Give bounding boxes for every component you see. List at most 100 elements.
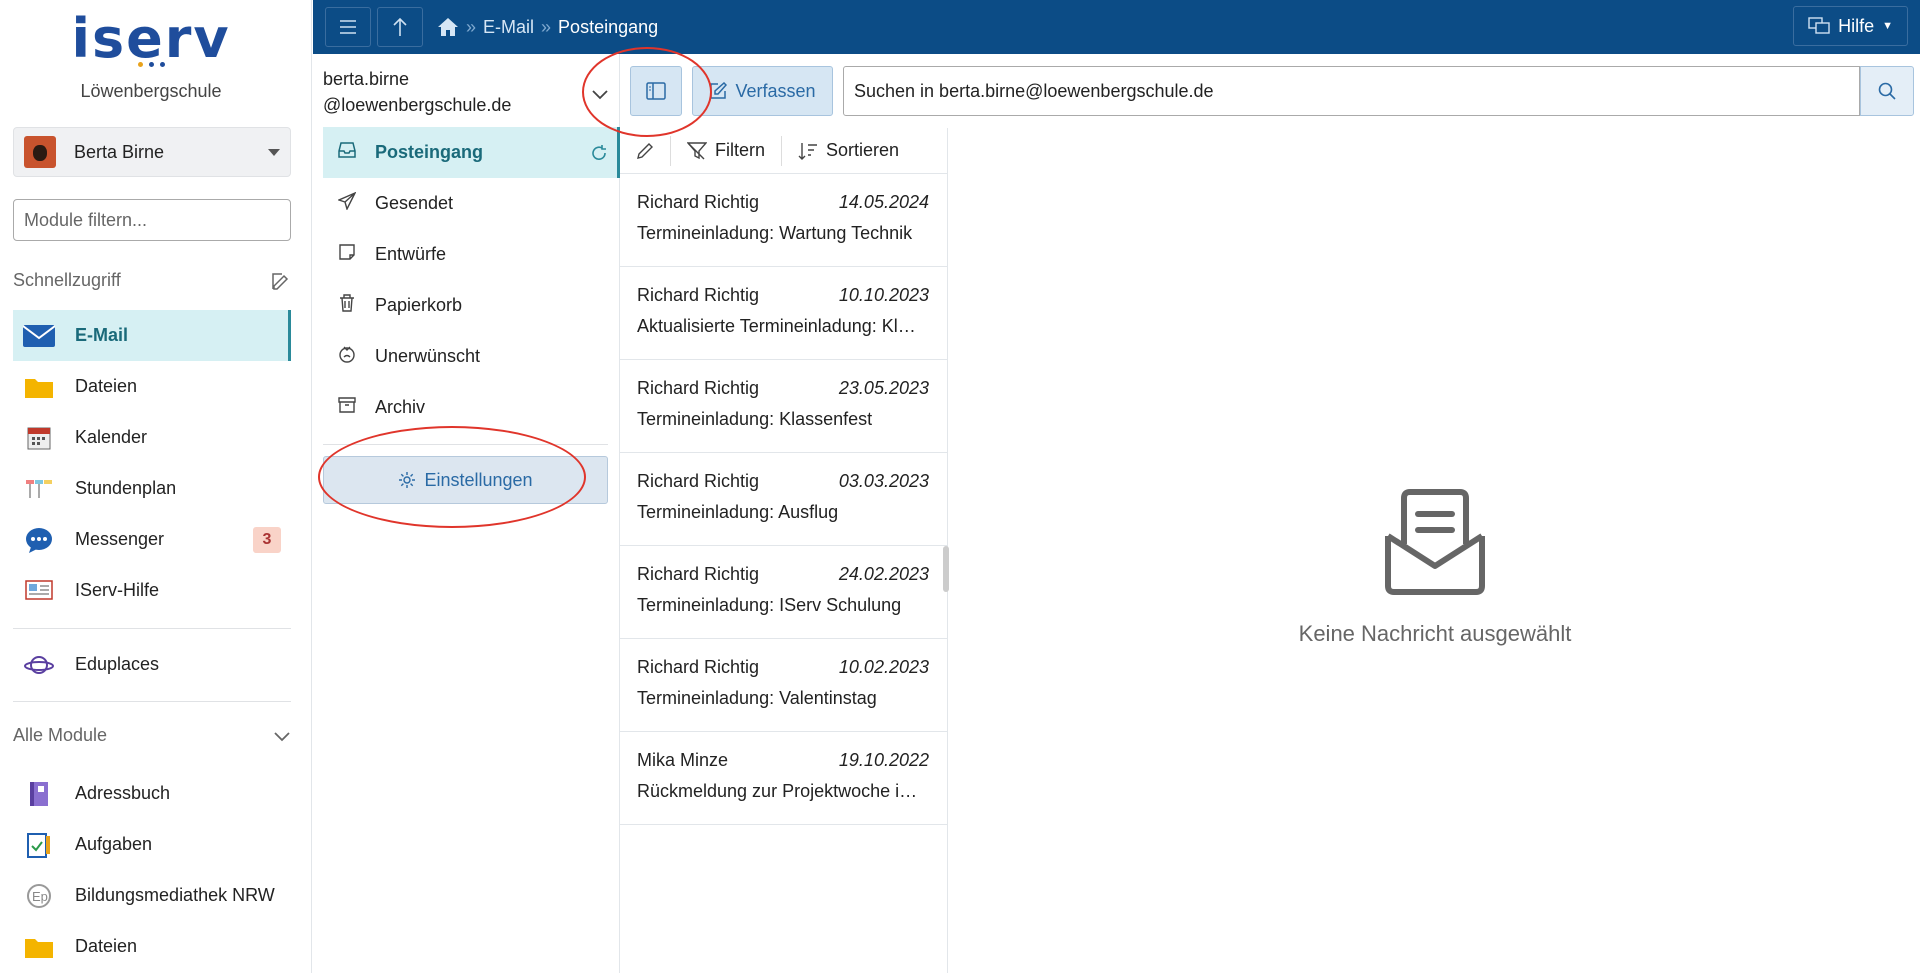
folder-label: Gesendet bbox=[375, 193, 454, 213]
up-button[interactable] bbox=[377, 7, 423, 47]
account-selector[interactable]: berta.birne @loewenbergschule.de bbox=[323, 66, 573, 118]
logo-dots bbox=[0, 62, 302, 67]
filter-button[interactable]: Filtern bbox=[670, 135, 781, 166]
empty-state: Keine Nachricht ausgewählt bbox=[1260, 486, 1610, 647]
search-button[interactable] bbox=[1860, 66, 1914, 116]
mail-search-input[interactable] bbox=[843, 66, 1860, 116]
sidebar-item-help[interactable]: IServ-Hilfe bbox=[13, 565, 291, 616]
quick-access-header: Schnellzugriff bbox=[13, 270, 291, 291]
sidebar-item-label: E-Mail bbox=[75, 325, 129, 345]
caret-down-icon bbox=[268, 148, 280, 156]
module-sidebar: iserv Löwenbergschule Berta Birne Schnel… bbox=[0, 0, 312, 973]
message-header: Richard Richtig 10.02.2023 bbox=[637, 657, 929, 678]
sidebar-item-addressbook[interactable]: Adressbuch bbox=[13, 768, 291, 819]
message-list-item[interactable]: Richard Richtig 24.02.2023 Termineinladung… bbox=[620, 546, 947, 639]
help-doc-icon bbox=[23, 578, 55, 604]
sidebar-item-label: Dateien bbox=[75, 376, 138, 396]
menu-toggle-button[interactable] bbox=[325, 7, 371, 47]
caret-down-icon: ▼ bbox=[1882, 20, 1893, 32]
folder-archive[interactable]: Archiv bbox=[323, 382, 620, 433]
home-icon[interactable] bbox=[437, 17, 459, 37]
eduplaces-list: Eduplaces bbox=[13, 639, 291, 690]
iserv-logo[interactable]: iserv Löwenbergschule bbox=[0, 12, 302, 102]
message-sender: Richard Richtig bbox=[637, 471, 760, 491]
folder-icon bbox=[23, 374, 55, 400]
empty-state-text: Keine Nachricht ausgewählt bbox=[1298, 621, 1572, 646]
help-button[interactable]: Hilfe ▼ bbox=[1793, 6, 1908, 46]
search-icon bbox=[1878, 82, 1896, 100]
sidebar-item-label: Aufgaben bbox=[75, 834, 153, 854]
sidebar-item-mediathek[interactable]: Ep Bildungsmediathek NRW bbox=[13, 870, 291, 921]
message-list-item[interactable]: Richard Richtig 03.03.2023 Termineinladung… bbox=[620, 453, 947, 546]
message-header: Mika Minze 19.10.2022 bbox=[637, 750, 929, 771]
mail-folder-panel: berta.birne @loewenbergschule.de Postein… bbox=[313, 54, 620, 973]
sidebar-item-timetable[interactable]: Stundenplan bbox=[13, 463, 291, 514]
breadcrumb-separator: » bbox=[541, 16, 552, 37]
all-modules-header[interactable]: Alle Module bbox=[13, 725, 291, 746]
avatar bbox=[24, 136, 56, 168]
sidebar-item-label: Adressbuch bbox=[75, 783, 171, 803]
sidebar-item-email[interactable]: E-Mail bbox=[13, 310, 291, 361]
message-date: 14.05.2024 bbox=[838, 192, 929, 212]
chevron-down-icon bbox=[274, 731, 290, 741]
message-sender: Richard Richtig bbox=[637, 564, 760, 584]
folder-label: Posteingang bbox=[375, 142, 484, 162]
scrollbar-thumb[interactable] bbox=[943, 546, 949, 592]
message-list-item[interactable]: Richard Richtig 14.05.2024 Termineinladung… bbox=[620, 174, 947, 267]
chevron-down-icon[interactable] bbox=[591, 88, 609, 100]
sidebar-item-label: Eduplaces bbox=[75, 654, 160, 674]
sidebar-item-files-2[interactable]: Dateien bbox=[13, 921, 291, 972]
pencil-icon bbox=[637, 142, 653, 159]
message-subject: Termineinladung: Valentinstag bbox=[637, 688, 877, 708]
all-modules-title: Alle Module bbox=[13, 725, 108, 745]
sidebar-item-files[interactable]: Dateien bbox=[13, 361, 291, 412]
sidebar-item-calendar[interactable]: Kalender bbox=[13, 412, 291, 463]
user-name: Berta Birne bbox=[74, 141, 165, 162]
message-list-item[interactable]: Richard Richtig 10.10.2023 Aktualisierte T… bbox=[620, 267, 947, 360]
message-list-item[interactable]: Mika Minze 19.10.2022 Rückmeldung zur Proj… bbox=[620, 732, 947, 825]
module-filter-input[interactable] bbox=[13, 199, 291, 241]
drafts-icon bbox=[335, 244, 359, 265]
breadcrumb-email[interactable]: E-Mail bbox=[483, 17, 534, 38]
filter-label: Filtern bbox=[715, 140, 766, 160]
folder-spam[interactable]: Unerwünscht bbox=[323, 331, 620, 382]
compose-button[interactable]: Verfassen bbox=[692, 66, 833, 116]
message-list-item[interactable]: Richard Richtig 10.02.2023 Termineinladung… bbox=[620, 639, 947, 732]
folder-trash[interactable]: Papierkorb bbox=[323, 280, 620, 331]
mediathek-icon: Ep bbox=[23, 883, 55, 909]
message-header: Richard Richtig 24.02.2023 bbox=[637, 564, 929, 585]
folder-label: Unerwünscht bbox=[375, 346, 481, 366]
message-header: Richard Richtig 23.05.2023 bbox=[637, 378, 929, 399]
message-date: 23.05.2023 bbox=[838, 378, 929, 398]
message-date: 10.10.2023 bbox=[838, 285, 929, 305]
sidebar-item-eduplaces[interactable]: Eduplaces bbox=[13, 639, 291, 690]
divider bbox=[13, 701, 291, 702]
sort-label: Sortieren bbox=[826, 140, 900, 160]
breadcrumb-inbox: Posteingang bbox=[558, 16, 659, 37]
folder-label: Archiv bbox=[375, 397, 426, 417]
divider bbox=[323, 444, 608, 445]
sort-button[interactable]: Sortieren bbox=[781, 135, 915, 166]
refresh-icon[interactable] bbox=[590, 144, 608, 162]
help-label: Hilfe bbox=[1838, 15, 1875, 36]
message-subject: Termineinladung: Klassenfest bbox=[637, 409, 873, 429]
folder-inbox[interactable]: Posteingang bbox=[323, 127, 620, 178]
inbox-icon bbox=[335, 142, 359, 163]
select-mode-button[interactable] bbox=[620, 136, 670, 166]
arrow-up-icon bbox=[393, 17, 407, 36]
sidebar-item-messenger[interactable]: Messenger 3 bbox=[13, 514, 291, 565]
user-menu[interactable]: Berta Birne bbox=[13, 127, 291, 177]
sidebar-item-label: Messenger bbox=[75, 529, 165, 549]
folder-sent[interactable]: Gesendet bbox=[323, 178, 620, 229]
folder-drafts[interactable]: Entwürfe bbox=[323, 229, 620, 280]
edit-icon[interactable] bbox=[271, 271, 291, 291]
sidebar-item-tasks[interactable]: Aufgaben bbox=[13, 819, 291, 870]
toggle-folder-panel-button[interactable] bbox=[630, 66, 682, 116]
message-list-item[interactable]: Richard Richtig 23.05.2023 Termineinladung… bbox=[620, 360, 947, 453]
school-name: Löwenbergschule bbox=[80, 81, 222, 101]
message-sender: Richard Richtig bbox=[637, 192, 760, 212]
sent-icon bbox=[335, 191, 359, 215]
settings-button[interactable]: Einstellungen bbox=[323, 456, 608, 504]
list-toolbar: Filtern Sortieren bbox=[620, 128, 947, 174]
message-header: Richard Richtig 14.05.2024 bbox=[637, 192, 929, 213]
